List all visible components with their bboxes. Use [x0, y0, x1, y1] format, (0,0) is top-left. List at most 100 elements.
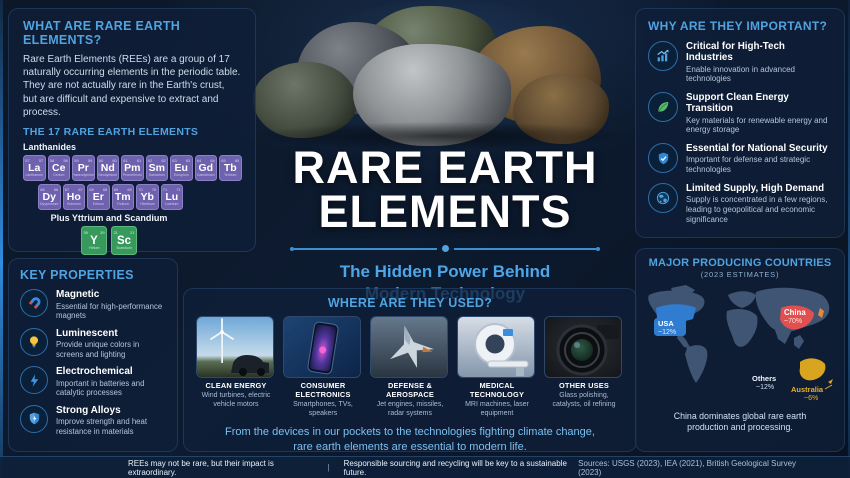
usage-card-desc: Wind turbines, electric vehicle motors [196, 392, 276, 410]
australia-value: ~6% [804, 395, 818, 402]
world-map: USA ~12% China ~70% Others ~12% Australi… [644, 282, 838, 404]
producing-countries-panel: MAJOR PRODUCING COUNTRIES (2023 ESTIMATE… [635, 248, 845, 452]
properties-heading: KEY PROPERTIES [20, 268, 166, 282]
why-heading: WHY ARE THEY IMPORTANT? [648, 19, 832, 33]
element-tile-eu: 6363EuEuropium [170, 155, 193, 181]
what-body: Rare Earth Elements (REEs) are a group o… [23, 53, 241, 119]
element-tile-ce: 5858CeCerium [48, 155, 71, 181]
page-title: RARE EARTH ELEMENTS [250, 146, 640, 234]
lightbulb-icon [20, 328, 48, 356]
title-divider [290, 245, 600, 252]
why-item-hightech: Critical for High-Tech Industries Enable… [648, 41, 832, 84]
element-tile-sm: 6262SmSamarium [146, 155, 169, 181]
element-tile-y: 3939YYttrium [81, 226, 107, 255]
usage-card-clean-energy: CLEAN ENERGY Wind turbines, electric veh… [196, 316, 276, 418]
usage-card-title: MEDICAL TECHNOLOGY [457, 382, 537, 400]
left-accent-bar [0, 0, 3, 478]
property-strong-alloys: Strong Alloys Improve strength and heat … [20, 405, 166, 437]
usage-card-title: CONSUMER ELECTRONICS [283, 382, 363, 400]
title-line2: ELEMENTS [318, 186, 571, 237]
what-are-rees-panel: WHAT ARE RARE EARTH ELEMENTS? Rare Earth… [8, 8, 256, 252]
element-tile-ho: 6767HoHolmium [63, 184, 86, 210]
property-desc: Improve strength and heat resistance in … [56, 417, 166, 436]
lightning-icon [20, 366, 48, 394]
element-tile-sc: 2121ScScandium [111, 226, 137, 255]
property-electrochemical: Electrochemical Important in batteries a… [20, 366, 166, 398]
map-caption: China dominates global rare earth produc… [644, 411, 836, 434]
usage-card-desc: Jet engines, missiles, radar systems [370, 401, 450, 419]
element-tile-tb: 6565TbTerbium [219, 155, 242, 181]
why-title: Essential for National Security [686, 143, 832, 154]
footer-left-text: REEs may not be rare, but their impact i… [128, 459, 314, 477]
element-tile-pr: 5959PrPraseodymium [72, 155, 95, 181]
property-desc: Provide unique colors in screens and lig… [56, 340, 166, 359]
others-value: ~12% [756, 384, 774, 391]
property-title: Strong Alloys [56, 405, 166, 417]
shield-check-icon [648, 143, 678, 173]
property-magnetic: Magnetic Essential for high-performance … [20, 289, 166, 321]
why-title: Limited Supply, High Demand [686, 183, 832, 194]
china-value: ~70% [784, 318, 802, 325]
why-item-supply: Limited Supply, High Demand Supply is co… [648, 183, 832, 225]
chart-growth-icon [648, 41, 678, 71]
element-tile-pm: 6161PmPromethium [121, 155, 144, 181]
rare-earth-minerals-photo [245, 0, 645, 152]
why-desc: Key materials for renewable energy and e… [686, 116, 832, 136]
usage-card-other: OTHER USES Glass polishing, catalysts, o… [544, 316, 624, 418]
smartphone-image [283, 316, 361, 378]
footer-sources: Sources: USGS (2023), IEA (2021), Britis… [578, 459, 808, 477]
usa-value: ~12% [658, 329, 676, 336]
lanthanide-row-1: 5757LaLanthanum 5858CeCerium 5959PrPrase… [23, 155, 241, 181]
element-tile-gd: 6464GdGadolinium [195, 155, 218, 181]
usage-card-desc: Smartphones, TVs, speakers [283, 401, 363, 419]
footer-bar: REEs may not be rare, but their impact i… [0, 456, 850, 478]
why-title: Critical for High-Tech Industries [686, 41, 832, 64]
infographic-canvas: RARE EARTH ELEMENTS The Hidden Power Beh… [0, 0, 850, 478]
element-tile-yb: 7070YbYtterbium [136, 184, 159, 210]
why-desc: Important for defense and strategic tech… [686, 155, 832, 175]
usage-heading: WHERE ARE THEY USED? [194, 296, 626, 310]
element-tile-nd: 6060NdNeodymium [97, 155, 120, 181]
wind-turbine-image [196, 316, 274, 378]
property-title: Magnetic [56, 289, 166, 301]
property-desc: Essential for high-performance magnets [56, 302, 166, 321]
element-tile-la: 5757LaLanthanum [23, 155, 46, 181]
usage-card-desc: Glass polishing, catalysts, oil refining [544, 392, 624, 410]
element-tile-er: 6868ErErbium [87, 184, 110, 210]
usage-card-title: DEFENSE & AEROSPACE [370, 382, 450, 400]
mri-image [457, 316, 535, 378]
property-title: Luminescent [56, 328, 166, 340]
why-item-clean-energy: Support Clean Energy Transition Key mate… [648, 92, 832, 135]
usage-card-desc: MRI machines, laser equipment [457, 401, 537, 419]
title-block: RARE EARTH ELEMENTS The Hidden Power Beh… [250, 146, 640, 305]
what-heading: WHAT ARE RARE EARTH ELEMENTS? [23, 19, 241, 47]
usage-card-consumer-electronics: CONSUMER ELECTRONICS Smartphones, TVs, s… [283, 316, 363, 418]
why-title: Support Clean Energy Transition [686, 92, 832, 115]
usa-label: USA [658, 319, 674, 328]
lanthanides-label: Lanthanides [23, 142, 241, 152]
footer-middle-text: Responsible sourcing and recycling will … [344, 459, 579, 477]
lanthanide-row-2: 6666DyDysprosium 6767HoHolmium 6868ErErb… [38, 184, 241, 210]
usage-card-medical: MEDICAL TECHNOLOGY MRI machines, laser e… [457, 316, 537, 418]
why-desc: Enable innovation in advanced technologi… [686, 65, 832, 85]
leaf-icon [648, 92, 678, 122]
why-item-security: Essential for National Security Importan… [648, 143, 832, 175]
magnet-icon [20, 289, 48, 317]
where-used-panel: WHERE ARE THEY USED? [183, 288, 637, 452]
why-desc: Supply is concentrated in a few regions,… [686, 195, 832, 224]
usage-card-defense: DEFENSE & AEROSPACE Jet engines, missile… [370, 316, 450, 418]
element-tile-dy: 6666DyDysprosium [38, 184, 61, 210]
map-heading: MAJOR PRODUCING COUNTRIES [644, 257, 836, 269]
why-important-panel: WHY ARE THEY IMPORTANT? Critical for Hig… [635, 8, 845, 238]
china-label: China [784, 308, 806, 317]
property-luminescent: Luminescent Provide unique colors in scr… [20, 328, 166, 360]
others-label: Others [752, 374, 776, 383]
camera-lens-image [544, 316, 622, 378]
globe-icon [648, 183, 678, 213]
element-tile-tm: 6969TmThulium [112, 184, 135, 210]
element-tile-lu: 7171LuLutetium [161, 184, 184, 210]
shield-icon [20, 405, 48, 433]
usage-card-title: CLEAN ENERGY [196, 382, 276, 391]
yttrium-scandium-block: Plus Yttrium and Scandium 3939YYttrium 2… [29, 213, 189, 255]
usage-tagline: From the devices in our pockets to the t… [194, 425, 626, 455]
